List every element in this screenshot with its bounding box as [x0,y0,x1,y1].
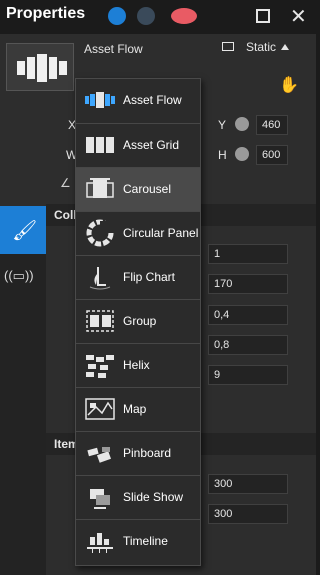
menu-item-circular-panel[interactable]: Circular Panel [76,211,200,255]
property-field[interactable]: 300 [208,474,288,494]
menu-item-pinboard[interactable]: Pinboard [76,431,200,475]
property-field[interactable]: 0,4 [208,305,288,325]
brush-icon: 🖌 [12,220,38,242]
circular-panel-icon [86,219,114,247]
slide-show-icon [90,489,110,509]
menu-item-asset-flow[interactable]: Asset Flow [76,79,200,122]
menu-item-label: Circular Panel [123,226,199,240]
brush-tab[interactable]: 🖌 [0,206,46,254]
map-icon [85,398,115,420]
menu-item-map[interactable]: Map [76,387,200,431]
group-icon [86,310,114,332]
property-field[interactable]: 170 [208,274,288,294]
close-icon[interactable]: ✕ [290,4,307,29]
mode-dropdown[interactable]: Static [246,40,276,54]
h-field[interactable]: 600 [256,145,288,165]
property-field[interactable]: 300 [208,504,288,524]
menu-item-flip-chart[interactable]: Flip Chart [76,255,200,299]
property-field[interactable]: 0,8 [208,335,288,355]
menu-item-label: Carousel [123,182,172,196]
static-mode-icon [222,42,234,51]
h-link-icon[interactable] [235,147,249,161]
menu-item-label: Group [123,314,157,328]
pinboard-icon [87,447,112,463]
control-type-name[interactable]: Asset Flow [84,42,143,56]
globe-grey-icon[interactable] [137,7,155,25]
collection-section-label: Coll [54,208,77,222]
menu-item-label: Map [123,402,147,416]
restore-window-icon[interactable] [256,9,270,23]
carousel-icon [86,178,114,198]
h-label: H [218,148,227,162]
menu-item-label: Timeline [123,534,168,548]
asset-flow-icon [85,92,115,108]
mode-dropdown-arrow-icon[interactable] [281,44,289,50]
menu-item-group[interactable]: Group [76,299,200,343]
speech-bubble-icon[interactable] [171,8,197,24]
y-field[interactable]: 460 [256,115,288,135]
menu-item-label: Flip Chart [123,270,176,284]
globe-blue-icon[interactable] [108,7,126,25]
property-field[interactable]: 1 [208,244,288,264]
menu-item-helix[interactable]: Helix [76,343,200,387]
view-bounds-tab-icon[interactable]: ((▭)) [4,268,34,284]
menu-item-label: Asset Flow [123,93,182,107]
menu-item-label: Asset Grid [123,138,180,152]
y-label: Y [218,118,227,132]
menu-item-timeline[interactable]: Timeline [76,519,200,563]
menu-item-label: Slide Show [123,490,184,504]
menu-item-label: Helix [123,358,150,372]
menu-item-carousel[interactable]: Carousel [76,167,200,211]
control-thumbnail[interactable] [6,43,74,91]
angle-icon: ∠ [60,176,71,190]
control-type-dropdown-menu: Asset Flow Asset Grid Carousel Circular … [75,78,201,566]
menu-item-label: Pinboard [123,446,172,460]
flip-chart-icon [89,267,111,290]
menu-item-slide-show[interactable]: Slide Show [76,475,200,519]
hand-cursor-icon: ✋ [279,77,299,94]
asset-grid-icon [86,137,114,153]
y-link-icon[interactable] [235,117,249,131]
property-field[interactable]: 9 [208,365,288,385]
helix-icon [86,355,114,378]
side-tab-strip [0,206,46,575]
menu-item-asset-grid[interactable]: Asset Grid [76,123,200,167]
panel-title: Properties [6,5,86,22]
timeline-icon [87,533,113,553]
